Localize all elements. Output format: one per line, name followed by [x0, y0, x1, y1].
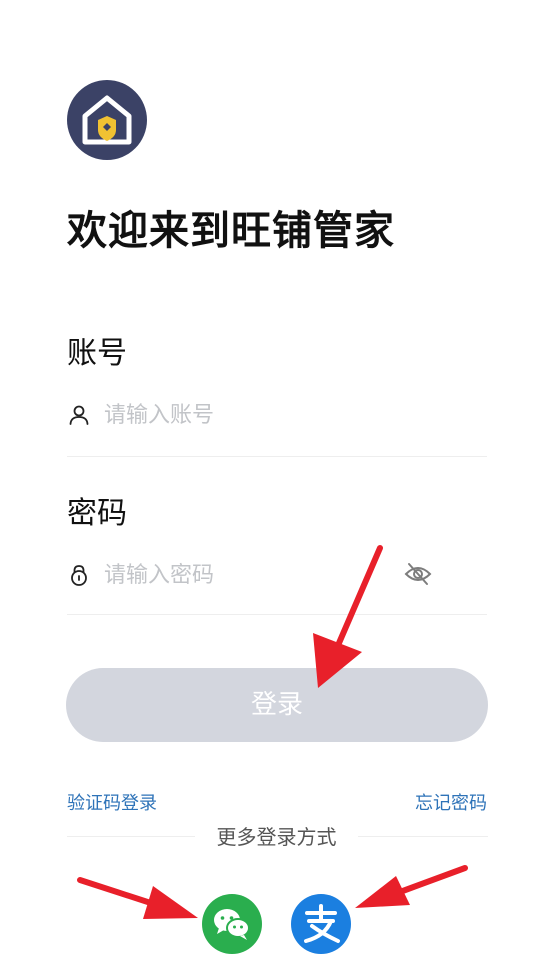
wechat-login-button[interactable] [202, 894, 262, 954]
divider-right [358, 836, 488, 837]
password-field[interactable] [67, 545, 487, 615]
app-logo [67, 80, 147, 160]
password-label: 密码 [67, 496, 127, 531]
eye-off-icon[interactable] [403, 559, 433, 589]
alipay-login-button[interactable] [291, 894, 351, 954]
user-icon [69, 405, 89, 425]
arrow-to-alipay-button [355, 865, 468, 908]
password-input[interactable] [104, 557, 394, 593]
more-login-title: 更多登录方式 [216, 825, 337, 849]
account-input[interactable] [104, 397, 394, 433]
alipay-icon [304, 904, 340, 943]
arrow-to-wechat-button [77, 877, 198, 919]
divider-left [67, 836, 195, 837]
page-title: 欢迎来到旺铺管家 [67, 208, 395, 254]
account-label: 账号 [67, 336, 127, 371]
forgot-password-link[interactable]: 忘记密码 [415, 792, 487, 816]
house-shield-icon [82, 95, 132, 145]
lock-icon [71, 565, 87, 586]
login-button[interactable]: 登录 [66, 668, 488, 742]
account-field[interactable] [67, 385, 487, 457]
sms-login-link[interactable]: 验证码登录 [67, 792, 157, 816]
wechat-icon [214, 909, 250, 940]
